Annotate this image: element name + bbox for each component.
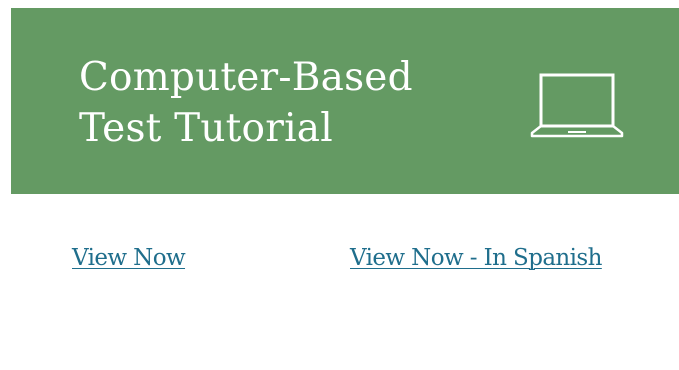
- view-now-spanish-link[interactable]: View Now - In Spanish: [350, 242, 602, 274]
- laptop-icon: [530, 73, 624, 138]
- tutorial-card: Computer-Based Test Tutorial View Now Vi…: [0, 0, 679, 370]
- banner-title: Computer-Based Test Tutorial: [79, 52, 413, 154]
- view-now-link[interactable]: View Now: [72, 242, 186, 274]
- banner-title-line-1: Computer-Based: [79, 55, 413, 100]
- tutorial-banner: Computer-Based Test Tutorial: [11, 8, 679, 194]
- banner-title-line-2: Test Tutorial: [79, 106, 333, 151]
